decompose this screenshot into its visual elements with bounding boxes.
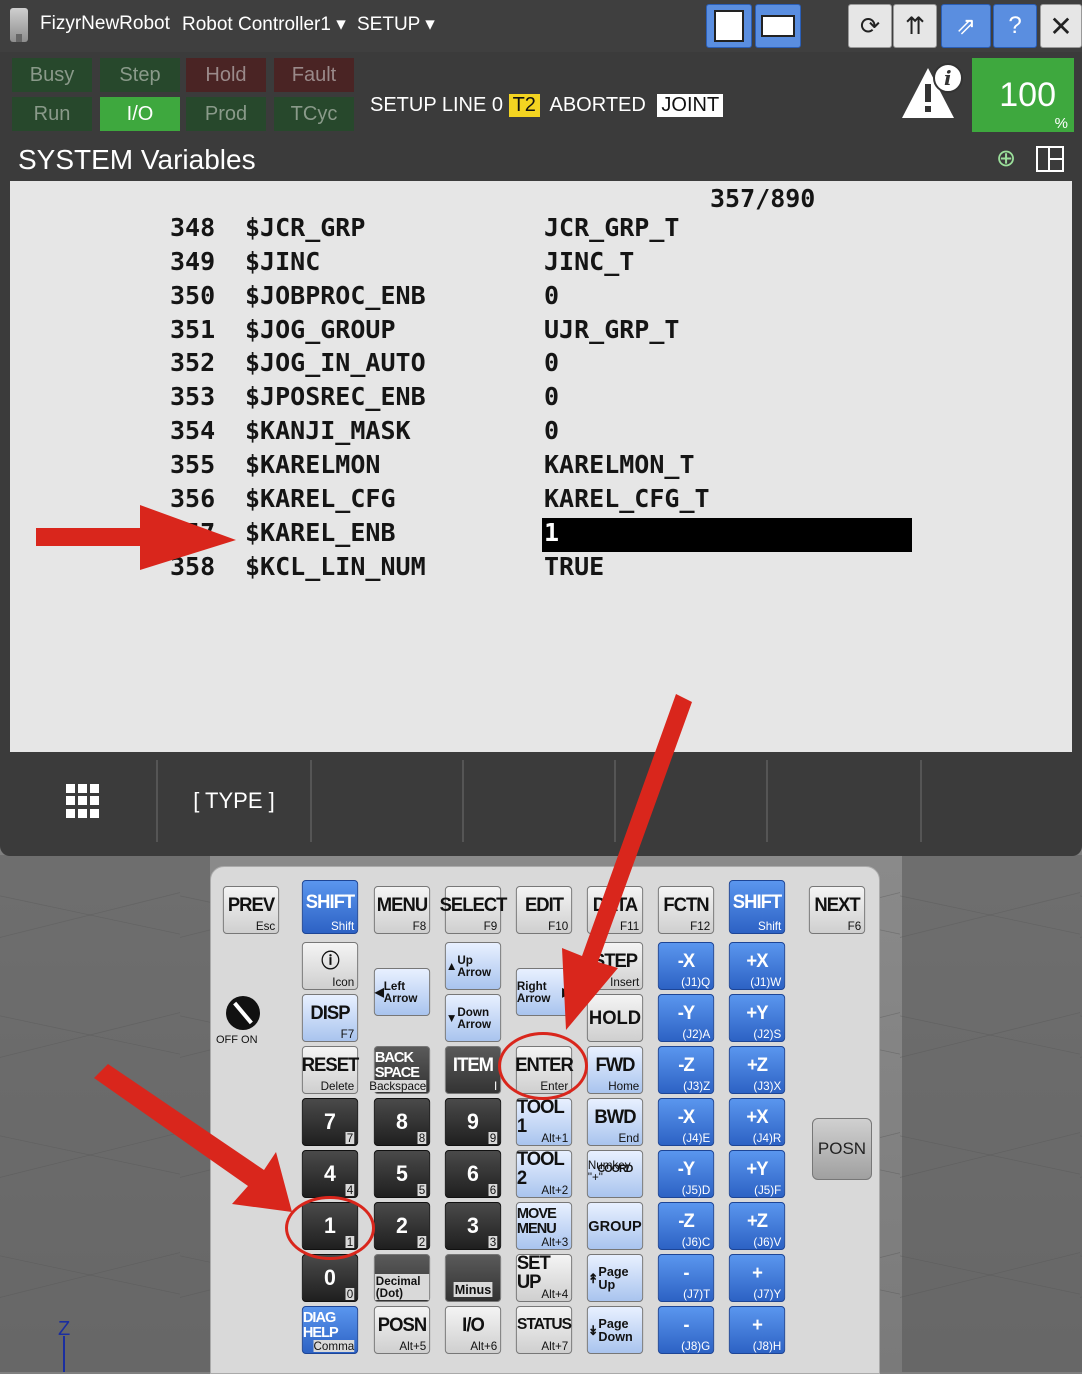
arrow-to-digit-1	[94, 1064, 292, 1212]
arrow-to-enter-key	[562, 694, 692, 1030]
annotation-overlay	[36, 505, 692, 1212]
digit-1-highlight	[285, 1196, 375, 1260]
arrow-to-karel-enb	[36, 505, 236, 570]
enter-key-highlight	[498, 1032, 588, 1100]
